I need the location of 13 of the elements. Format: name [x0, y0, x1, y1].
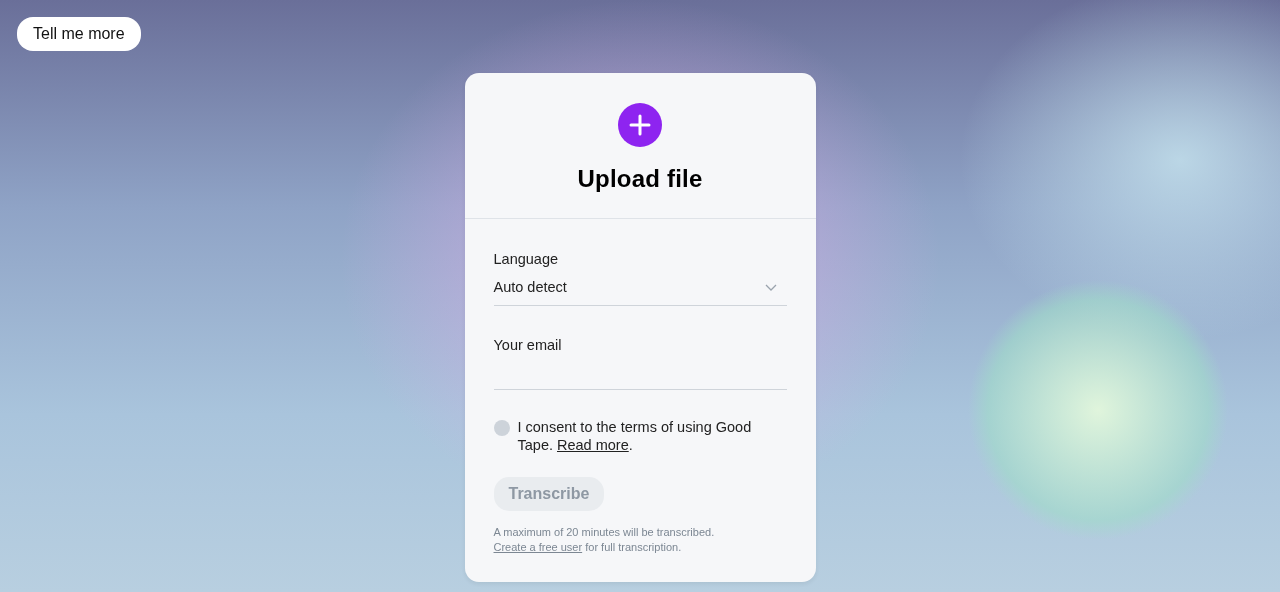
full-transcription-note: Create a free user for full transcription. [493, 540, 683, 556]
consent-text: I consent to the terms of using Good Tape. Read more. [517, 418, 753, 455]
upload-title: Upload file [576, 164, 704, 194]
read-more-link[interactable]: Read more [557, 437, 629, 454]
limit-note: A maximum of 20 minutes will be transcribed. [493, 525, 716, 541]
language-label: Language [493, 250, 559, 269]
language-select[interactable]: Auto detect [493, 274, 787, 306]
tell-me-more-button[interactable]: Tell me more [17, 17, 141, 51]
consent-radio[interactable] [493, 420, 510, 437]
email-label: Your email [493, 335, 563, 355]
chevron-down-icon [764, 283, 777, 292]
upload-plus-icon[interactable] [618, 103, 662, 147]
create-user-link[interactable]: Create a free user [493, 541, 583, 554]
